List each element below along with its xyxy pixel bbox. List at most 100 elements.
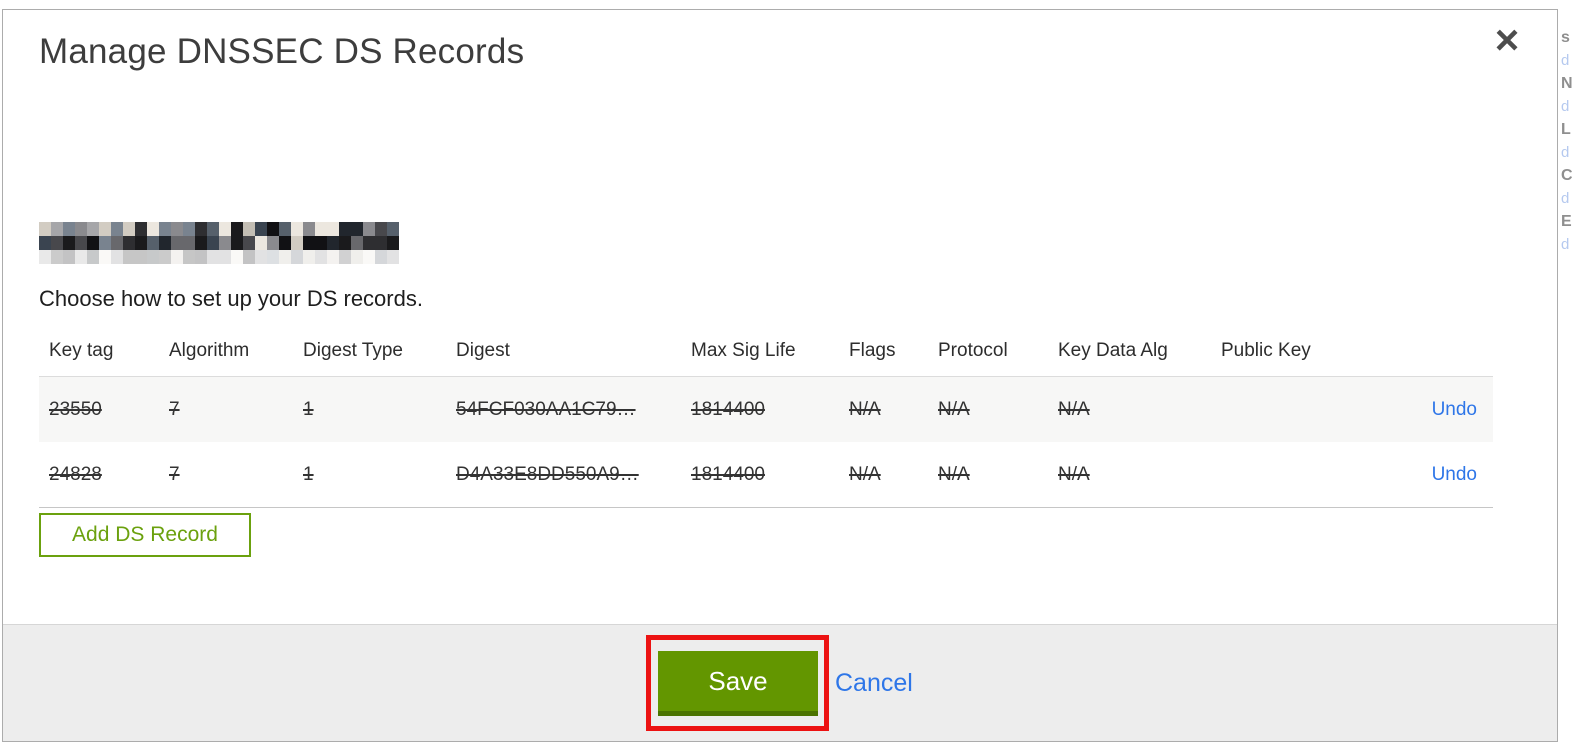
cell-value: D4A33E8DD550A9… (456, 463, 639, 485)
mosaic-pixel (39, 236, 51, 250)
mosaic-pixel (159, 250, 171, 264)
mosaic-pixel (255, 250, 267, 264)
background-text-fragment: d (1561, 98, 1570, 115)
mosaic-pixel (63, 250, 75, 264)
cell-protocol: N/A (928, 442, 1048, 508)
column-header: Flags (839, 326, 928, 377)
table-row: 23550 7 1 54FCF030AA1C79… 1814400 N/A N/A N/A Un… (39, 376, 1493, 443)
cancel-link[interactable]: Cancel (835, 667, 913, 699)
mosaic-pixel (123, 250, 135, 264)
cell-value: N/A (1058, 463, 1090, 485)
mosaic-pixel (327, 222, 339, 236)
mosaic-pixel (147, 250, 159, 264)
mosaic-pixel (303, 236, 315, 250)
cell-algorithm: 7 (159, 442, 293, 508)
mosaic-pixel (39, 222, 51, 236)
cell-key_tag: 24828 (39, 442, 159, 508)
redacted-domain-name (39, 222, 399, 264)
screenshot-stage: sdNdLdCdEd Manage DNSSEC DS Records × Ch… (0, 0, 1574, 746)
mosaic-pixel (51, 250, 63, 264)
mosaic-pixel (255, 236, 267, 250)
mosaic-pixel (339, 250, 351, 264)
mosaic-pixel (363, 236, 375, 250)
save-button[interactable]: Save (658, 651, 818, 716)
mosaic-pixel (147, 236, 159, 250)
background-text-fragment: d (1561, 144, 1570, 161)
cell-flags: N/A (839, 377, 928, 443)
cell-public_key (1211, 377, 1371, 443)
mosaic-pixel (291, 236, 303, 250)
table-row: 24828 7 1 D4A33E8DD550A9… 1814400 N/A N/A N/A Un… (39, 442, 1493, 508)
mosaic-pixel (351, 236, 363, 250)
cell-flags: N/A (839, 442, 928, 508)
mosaic-pixel (183, 236, 195, 250)
column-header: Digest (446, 326, 681, 377)
cell-value: 1814400 (691, 463, 765, 485)
column-header (1371, 326, 1493, 377)
mosaic-pixel (75, 236, 87, 250)
background-text-fragment: d (1561, 52, 1570, 69)
mosaic-pixel (243, 250, 255, 264)
mosaic-pixel (171, 222, 183, 236)
instruction-text: Choose how to set up your DS records. (39, 286, 423, 311)
mosaic-pixel (291, 222, 303, 236)
background-page-sliver: sdNdLdCdEd (1559, 9, 1574, 743)
cell-value: 54FCF030AA1C79… (456, 398, 636, 420)
mosaic-pixel (147, 222, 159, 236)
mosaic-pixel (219, 250, 231, 264)
mosaic-pixel (387, 236, 399, 250)
dnssec-modal: Manage DNSSEC DS Records × Choose how to… (2, 9, 1558, 742)
mosaic-pixel (267, 250, 279, 264)
page-title: Manage DNSSEC DS Records (39, 32, 525, 71)
mosaic-pixel (207, 250, 219, 264)
mosaic-pixel (327, 250, 339, 264)
mosaic-pixel (111, 222, 123, 236)
mosaic-pixel (243, 222, 255, 236)
mosaic-pixel (351, 222, 363, 236)
column-header: Public Key (1211, 326, 1371, 377)
cell-action: Undo (1371, 442, 1493, 508)
background-text-fragment: E (1561, 213, 1572, 230)
cell-value: N/A (849, 463, 881, 485)
mosaic-pixel (99, 222, 111, 236)
cell-digest: D4A33E8DD550A9… (446, 442, 681, 508)
undo-link[interactable]: Undo (1432, 464, 1477, 485)
column-header: Algorithm (159, 326, 293, 377)
mosaic-pixel (387, 250, 399, 264)
mosaic-pixel (327, 236, 339, 250)
add-ds-record-button[interactable]: Add DS Record (39, 513, 251, 557)
cell-value: 1 (303, 463, 314, 485)
mosaic-pixel (63, 236, 75, 250)
mosaic-pixel (219, 236, 231, 250)
mosaic-pixel (171, 236, 183, 250)
mosaic-pixel (99, 250, 111, 264)
mosaic-pixel (87, 250, 99, 264)
cell-public_key (1211, 442, 1371, 508)
mosaic-pixel (135, 236, 147, 250)
mosaic-pixel (339, 236, 351, 250)
cell-value: N/A (849, 398, 881, 420)
close-icon[interactable]: × (1487, 18, 1527, 62)
column-header: Max Sig Life (681, 326, 839, 377)
column-header: Protocol (928, 326, 1048, 377)
mosaic-pixel (135, 250, 147, 264)
cell-value: 23550 (49, 398, 102, 420)
cell-value: N/A (1058, 398, 1090, 420)
mosaic-pixel (207, 222, 219, 236)
mosaic-pixel (291, 250, 303, 264)
mosaic-pixel (51, 222, 63, 236)
mosaic-pixel (375, 222, 387, 236)
mosaic-pixel (195, 222, 207, 236)
mosaic-pixel (279, 250, 291, 264)
mosaic-pixel (39, 250, 51, 264)
undo-link[interactable]: Undo (1432, 399, 1477, 420)
mosaic-pixel (267, 236, 279, 250)
cell-value: 7 (169, 398, 180, 420)
cell-action: Undo (1371, 377, 1493, 443)
column-header: Key tag (39, 326, 159, 377)
mosaic-pixel (195, 236, 207, 250)
cell-protocol: N/A (928, 377, 1048, 443)
mosaic-pixel (159, 222, 171, 236)
mosaic-pixel (351, 250, 363, 264)
cell-digest_type: 1 (293, 442, 446, 508)
